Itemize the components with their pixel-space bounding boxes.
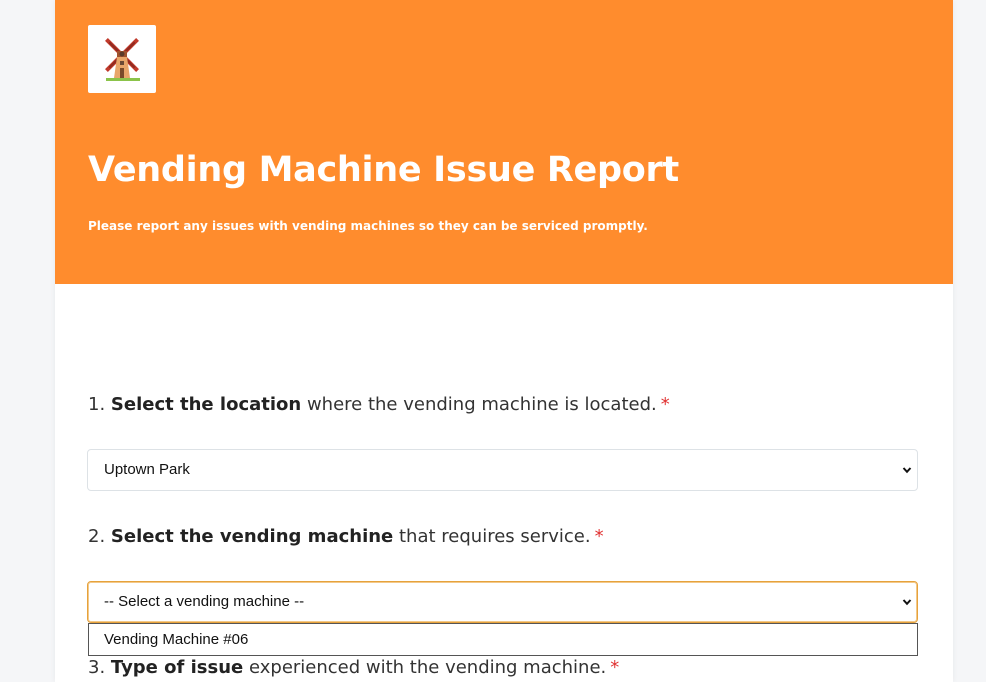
form-header: Vending Machine Issue Report Please repo… bbox=[55, 0, 953, 284]
chevron-down-icon bbox=[902, 467, 912, 474]
vending-machine-select-value: -- Select a vending machine -- bbox=[104, 593, 305, 610]
vending-machine-dropdown-list: Vending Machine #06 bbox=[88, 623, 918, 656]
chevron-down-icon bbox=[902, 599, 912, 606]
required-asterisk: * bbox=[660, 394, 670, 415]
required-asterisk: * bbox=[610, 657, 620, 678]
windmill-icon bbox=[105, 38, 140, 81]
question-location-label: 1. Select the location where the vending… bbox=[88, 394, 670, 415]
question-bold-text: Type of issue bbox=[110, 657, 244, 678]
question-machine-label: 2. Select the vending machine that requi… bbox=[88, 526, 604, 547]
question-bold-text: Select the vending machine bbox=[110, 526, 394, 547]
location-select-value: Uptown Park bbox=[104, 461, 190, 478]
required-asterisk: * bbox=[594, 526, 604, 547]
question-bold-text: Select the location bbox=[110, 394, 302, 415]
form-card: Vending Machine Issue Report Please repo… bbox=[55, 0, 953, 682]
question-issue-type-label: 3. Type of issue experienced with the ve… bbox=[88, 657, 619, 678]
question-number: 2. bbox=[88, 526, 106, 547]
question-text: that requires service. bbox=[399, 526, 591, 547]
logo bbox=[88, 25, 156, 93]
vending-machine-select[interactable]: -- Select a vending machine -- bbox=[87, 581, 918, 623]
question-text: where the vending machine is located. bbox=[306, 394, 657, 415]
question-number: 3. bbox=[88, 657, 106, 678]
dropdown-option[interactable]: Vending Machine #06 bbox=[104, 631, 248, 648]
location-select[interactable]: Uptown Park bbox=[87, 449, 918, 491]
question-text: experienced with the vending machine. bbox=[248, 657, 607, 678]
page-title: Vending Machine Issue Report bbox=[88, 150, 679, 190]
question-number: 1. bbox=[88, 394, 106, 415]
page-subtitle: Please report any issues with vending ma… bbox=[88, 219, 648, 233]
